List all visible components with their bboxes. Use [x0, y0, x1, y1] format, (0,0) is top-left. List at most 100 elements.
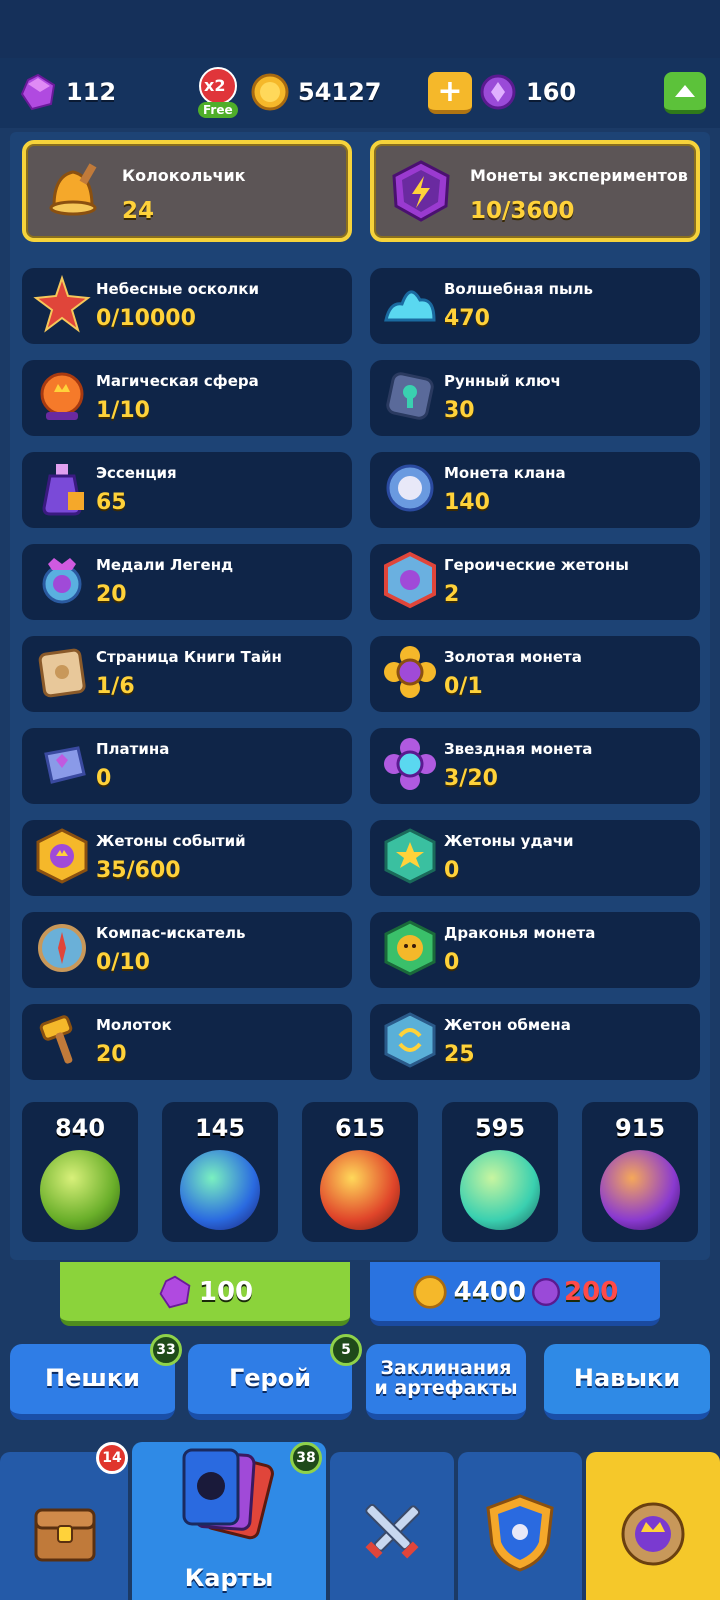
pawns-badge: 33 — [150, 1334, 182, 1366]
resource-value: 35/600 — [96, 858, 181, 883]
bell-icon — [49, 163, 97, 216]
resource-card-essence[interactable]: Эссенция 65 — [22, 452, 352, 528]
orb-card-green[interactable]: 840 — [22, 1102, 138, 1242]
resource-value: 1/10 — [96, 398, 150, 423]
resource-card-exchange-token[interactable]: Жетон обмена 25 — [370, 1004, 700, 1080]
tab-hero[interactable]: Герой — [188, 1344, 352, 1420]
resource-card-celestial-shards[interactable]: Небесные осколки 0/10000 — [22, 268, 352, 344]
orb-count: 595 — [474, 1114, 526, 1142]
resource-value: 25 — [444, 1042, 475, 1067]
plus-icon: + — [437, 73, 463, 109]
resource-card-rune-key[interactable]: Рунный ключ 30 — [370, 360, 700, 436]
purple-currency-counter[interactable]: 160 — [478, 72, 576, 112]
resource-value: 0 — [96, 766, 112, 791]
magic-dust-icon — [384, 290, 436, 322]
resource-value: 1/6 — [96, 674, 135, 699]
resource-card-compass[interactable]: Компас-искатель 0/10 — [22, 912, 352, 988]
legend-medal-icon — [42, 558, 82, 604]
resource-value: 0 — [444, 950, 460, 975]
resource-card-luck-tokens[interactable]: Жетоны удачи 0 — [370, 820, 700, 896]
tab-skills[interactable]: Навыки — [544, 1344, 710, 1420]
gold-flower-coin-icon — [384, 646, 436, 698]
heroic-token-icon — [384, 551, 436, 609]
featured-card-bell[interactable]: Колокольчик 24 — [22, 140, 352, 242]
resource-title: Магическая сфера — [96, 372, 259, 390]
orb-card-purple[interactable]: 915 — [582, 1102, 698, 1242]
purple-gem-icon — [20, 73, 56, 111]
add-coins-button[interactable]: + — [428, 72, 472, 114]
rune-key-icon — [386, 372, 434, 420]
resource-card-platinum[interactable]: Платина 0 — [22, 728, 352, 804]
resource-title: Жетоны удачи — [444, 832, 574, 850]
orb-card-teal[interactable]: 595 — [442, 1102, 558, 1242]
resource-value: 20 — [96, 1042, 127, 1067]
chest-badge: 14 — [96, 1442, 128, 1474]
exchange-token-icon — [384, 1012, 436, 1068]
nav-battle[interactable] — [330, 1452, 454, 1600]
star-coin-icon — [384, 738, 436, 790]
resource-title: Звездная монета — [444, 740, 593, 758]
nav-rank[interactable] — [586, 1452, 720, 1600]
compass-icon — [38, 924, 86, 972]
orb-card-blue[interactable]: 145 — [162, 1102, 278, 1242]
crossed-swords-icon — [365, 1503, 421, 1559]
resource-card-dragon-coin[interactable]: Драконья монета 0 — [370, 912, 700, 988]
resource-title: Небесные осколки — [96, 280, 259, 298]
purple-badge-icon — [532, 1277, 561, 1306]
magic-sphere-icon — [40, 372, 84, 420]
resource-card-hammer[interactable]: Молоток 20 — [22, 1004, 352, 1080]
coins-counter[interactable]: 54127 — [250, 72, 382, 112]
x2-free-button[interactable]: x2 Free — [194, 66, 242, 122]
tab-label: Герой — [228, 1364, 312, 1393]
purple-price: 200 — [564, 1276, 619, 1307]
resource-card-event-tokens[interactable]: Жетоны событий 35/600 — [22, 820, 352, 896]
resource-title: Героические жетоны — [444, 556, 629, 574]
nav-chest[interactable] — [0, 1452, 128, 1600]
purple-gem-icon — [159, 1275, 191, 1308]
featured-title: Колокольчик — [122, 166, 246, 185]
resource-card-legend-medals[interactable]: Медали Легенд 20 — [22, 544, 352, 620]
resource-value: 3/20 — [444, 766, 498, 791]
eagle-orb-icon — [460, 1150, 540, 1230]
gems-counter[interactable]: 112 — [18, 72, 116, 112]
clan-shield-icon — [486, 1494, 554, 1572]
resource-card-magic-sphere[interactable]: Магическая сфера 1/10 — [22, 360, 352, 436]
featured-value: 10/3600 — [470, 198, 575, 224]
tab-label: Пешки — [45, 1364, 140, 1393]
resource-card-heroic-tokens[interactable]: Героические жетоны 2 — [370, 544, 700, 620]
resource-title: Страница Книги Тайн — [96, 648, 282, 666]
orb-count: 145 — [194, 1114, 246, 1142]
coin-price: 4400 — [453, 1276, 527, 1307]
buy-with-coins-button[interactable]: 4400 200 — [370, 1262, 660, 1326]
gem-price: 100 — [198, 1276, 254, 1307]
hero-badge: 5 — [330, 1334, 362, 1366]
tab-spells-artifacts[interactable]: Заклинания и артефакты — [366, 1344, 526, 1420]
featured-card-experiment-coins[interactable]: Монеты экспериментов 10/3600 — [370, 140, 700, 242]
collapse-button[interactable] — [664, 72, 706, 114]
resource-title: Медали Легенд — [96, 556, 234, 574]
resource-card-gold-coin[interactable]: Золотая монета 0/1 — [370, 636, 700, 712]
resource-card-clan-coin[interactable]: Монета клана 140 — [370, 452, 700, 528]
cards-badge: 38 — [290, 1442, 322, 1474]
resource-value: 65 — [96, 490, 127, 515]
orb-card-red[interactable]: 615 — [302, 1102, 418, 1242]
green-orb-icon — [40, 1150, 120, 1230]
tab-label: Заклинания и артефакты — [374, 1357, 518, 1399]
cards-icon — [182, 1448, 274, 1540]
nav-clan[interactable] — [458, 1452, 582, 1600]
resource-title: Компас-искатель — [96, 924, 246, 942]
resource-value: 470 — [444, 306, 490, 331]
red-star-shard-icon — [33, 274, 91, 333]
resource-value: 0/1 — [444, 674, 483, 699]
gems-value: 112 — [66, 78, 117, 106]
resource-card-magic-dust[interactable]: Волшебная пыль 470 — [370, 268, 700, 344]
clan-coin-icon — [386, 464, 434, 512]
orb-count: 840 — [54, 1114, 106, 1142]
resource-title: Жетоны событий — [96, 832, 246, 850]
buy-with-gems-button[interactable]: 100 — [60, 1262, 350, 1326]
resource-card-book-page[interactable]: Страница Книги Тайн 1/6 — [22, 636, 352, 712]
orb-count: 915 — [614, 1114, 666, 1142]
resource-value: 20 — [96, 582, 127, 607]
lightbulb-orb-icon — [320, 1150, 400, 1230]
resource-card-star-coin[interactable]: Звездная монета 3/20 — [370, 728, 700, 804]
